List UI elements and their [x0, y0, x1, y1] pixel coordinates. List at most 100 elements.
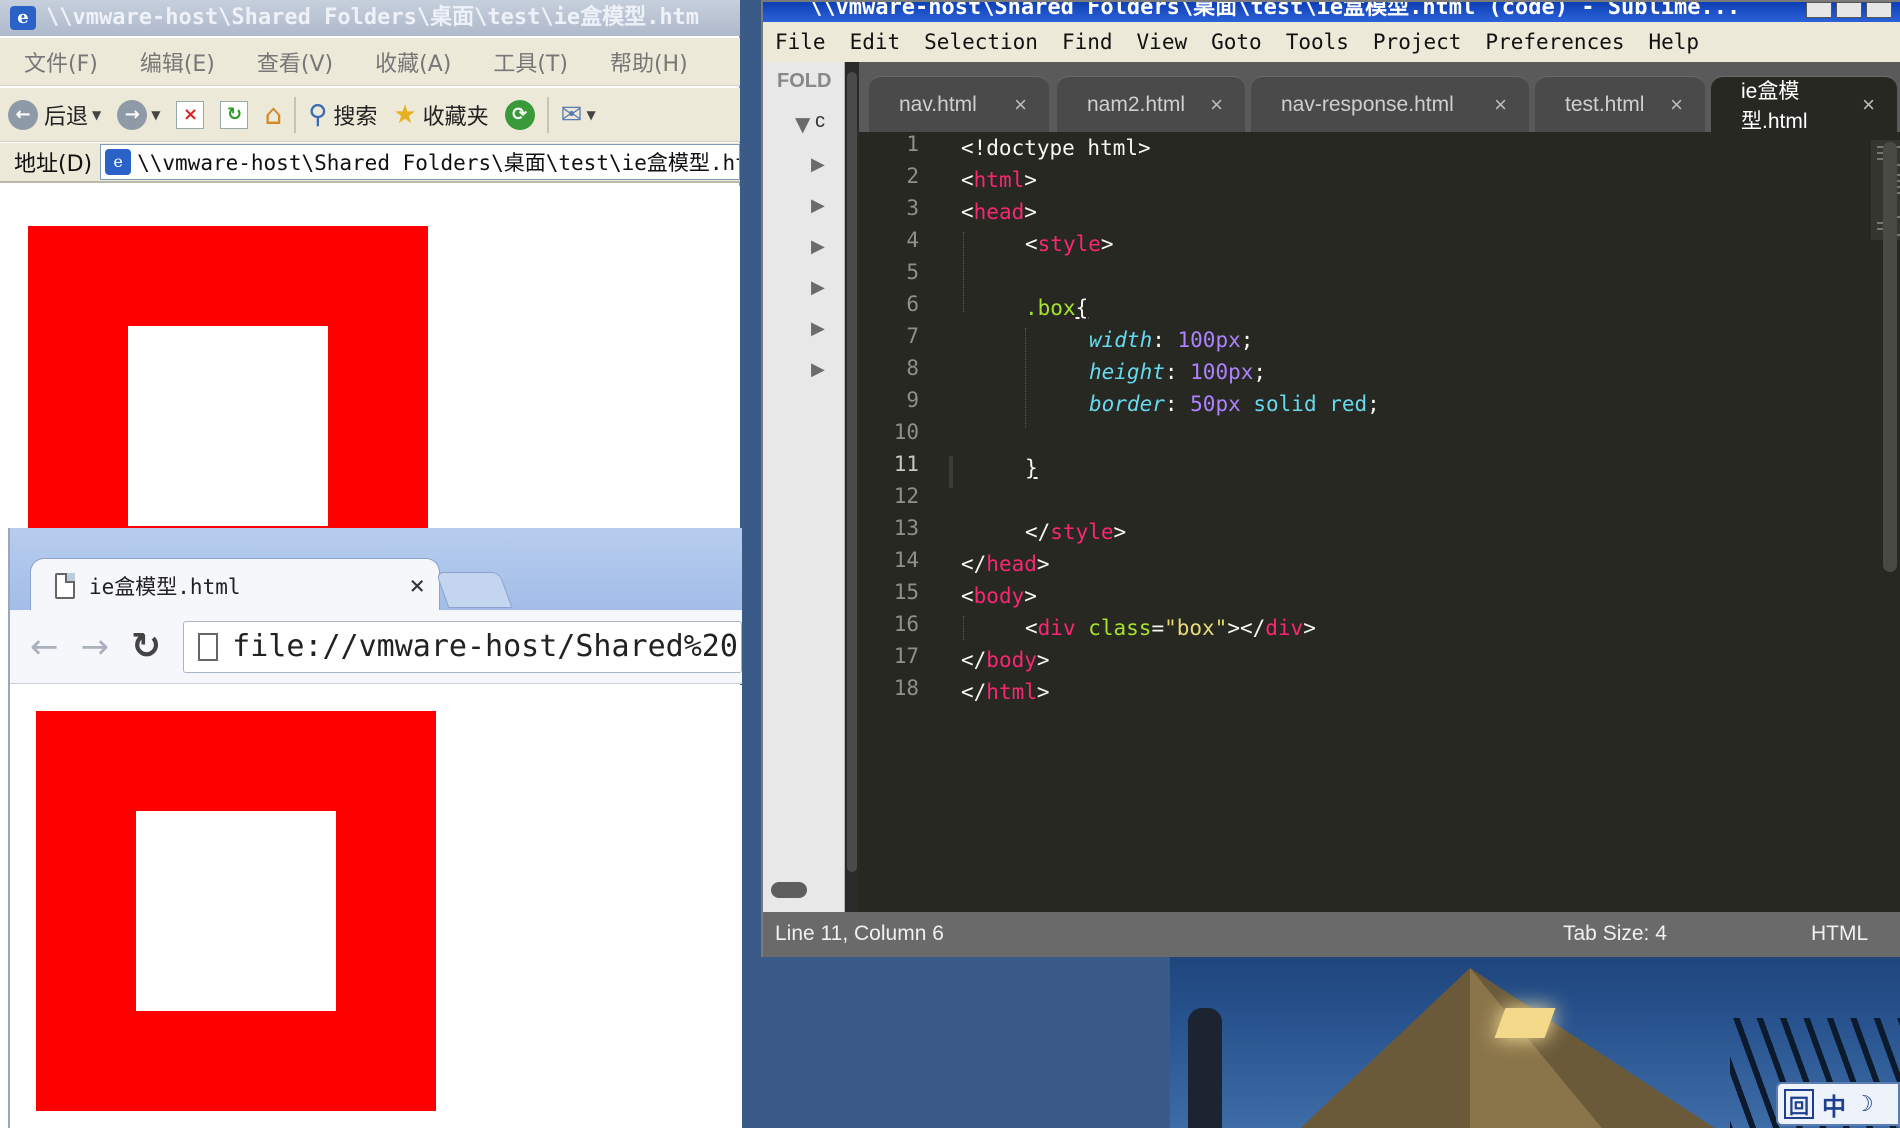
favorites-label: 收藏夹 — [422, 104, 489, 130]
tab-ie-box-model-html[interactable]: ie盒模型.html × — [1711, 76, 1897, 133]
code-text[interactable]: <!doctype html> <html> <head> <style> .b… — [961, 132, 1761, 912]
collapse-arrow-icon[interactable]: ▶ — [811, 277, 825, 298]
ie6-toolbar: ← 后退 ▼ → ▼ × ↻ ⌂ ⚲ 搜索 ★ 收藏夹 ⟳ ✉ ▼ — [0, 88, 740, 142]
code-line-11: } — [1025, 456, 1038, 480]
address-value: \\vmware-host\Shared Folders\桌面\test\ie盒… — [137, 151, 740, 175]
ime-language-bar[interactable]: 回 中 ☽ — [1776, 1082, 1900, 1126]
close-icon[interactable]: × — [1670, 92, 1683, 118]
forward-button[interactable]: → ▼ — [109, 93, 168, 137]
sidebar-h-scrollbar[interactable] — [771, 882, 807, 898]
collapse-arrow-icon[interactable]: ▶ — [811, 195, 825, 216]
refresh-button[interactable]: ↻ — [212, 93, 256, 137]
ie6-menu-bar: 文件(F) 编辑(E) 查看(V) 收藏(A) 工具(T) 帮助(H) — [0, 38, 740, 86]
back-label: 后退 — [44, 104, 89, 130]
menu-project[interactable]: Project — [1361, 30, 1474, 54]
ie-page-icon: e — [105, 149, 132, 175]
back-arrow-icon: ← — [8, 99, 38, 130]
code-line-17: </body> — [961, 648, 1050, 672]
menu-tools[interactable]: 工具(T) — [469, 46, 586, 78]
syntax-indicator[interactable]: HTML — [1811, 922, 1868, 946]
sidebar-scrollbar[interactable] — [845, 62, 859, 912]
close-icon[interactable]: × — [409, 571, 425, 601]
editor-scrollbar[interactable] — [1883, 142, 1897, 572]
code-line-16: <div class="box"></div> — [1025, 616, 1316, 640]
sublime-title-text: \\vmware-host\Shared Folders\桌面\test\ie盒… — [809, 2, 1741, 20]
minimize-button[interactable] — [1806, 2, 1832, 18]
code-line-13: </style> — [1025, 520, 1127, 544]
menu-selection[interactable]: Selection — [912, 30, 1050, 54]
menu-preferences[interactable]: Preferences — [1473, 30, 1636, 54]
close-icon[interactable]: × — [1014, 92, 1027, 118]
stop-button[interactable]: × — [168, 93, 212, 137]
address-input[interactable]: e \\vmware-host\Shared Folders\桌面\test\i… — [100, 144, 740, 180]
tab-nam2-html[interactable]: nam2.html × — [1057, 76, 1245, 132]
chrome-toolbar: ← → ↻ file://vmware-host/Shared%20Fo — [10, 610, 742, 684]
collapse-arrow-icon[interactable]: ▶ — [811, 318, 825, 339]
line-number-gutter: 1 2 3 4 5 6 7 8 9 10 11 12 13 14 15 16 1… — [859, 132, 949, 912]
tab-nav-response-html[interactable]: nav-response.html × — [1251, 76, 1529, 132]
ie6-title-bar: e \\vmware-host\Shared Folders\桌面\test\i… — [0, 0, 740, 36]
menu-goto[interactable]: Goto — [1199, 30, 1274, 54]
mail-button[interactable]: ✉ ▼ — [553, 93, 604, 137]
sublime-menu-bar: File Edit Selection Find View Goto Tools… — [763, 22, 1900, 62]
menu-view[interactable]: 查看(V) — [233, 46, 351, 78]
menu-tools[interactable]: Tools — [1274, 30, 1361, 54]
ie6-address-bar: 地址(D) e \\vmware-host\Shared Folders\桌面\… — [0, 143, 740, 183]
ie-logo-icon: e — [10, 6, 36, 30]
code-line-1: <!doctype html> — [961, 136, 1151, 160]
menu-favorites[interactable]: 收藏(A) — [351, 46, 469, 78]
refresh-icon: ↻ — [220, 100, 249, 129]
address-label: 地址(D) — [14, 152, 93, 177]
forward-arrow-icon: → — [117, 99, 148, 130]
forward-arrow-icon[interactable]: → — [81, 627, 110, 667]
close-icon[interactable]: × — [1494, 92, 1507, 118]
chrome-window: ie盒模型.html × ← → ↻ file://vmware-host/Sh… — [8, 528, 742, 1128]
close-icon[interactable]: × — [1862, 92, 1875, 118]
editor-tab-bar: nav.html × nam2.html × nav-response.html × … — [859, 62, 1900, 133]
back-arrow-icon[interactable]: ← — [30, 627, 59, 667]
close-window-button[interactable] — [1866, 2, 1892, 18]
menu-find[interactable]: Find — [1050, 30, 1125, 54]
favorites-button[interactable]: ★ 收藏夹 — [385, 93, 496, 137]
menu-edit[interactable]: 编辑(E) — [116, 46, 233, 78]
folder-name[interactable]: c — [815, 110, 825, 133]
code-line-15: <body> — [961, 584, 1037, 608]
new-tab-button[interactable] — [435, 572, 513, 608]
chevron-down-icon[interactable]: ▼ — [151, 108, 160, 122]
menu-file[interactable]: 文件(F) — [0, 46, 116, 78]
expand-arrow-icon[interactable]: ▼ — [795, 112, 810, 136]
mail-icon: ✉ — [560, 99, 583, 130]
reload-icon[interactable]: ↻ — [131, 626, 161, 667]
home-icon: ⌂ — [264, 98, 283, 131]
collapse-arrow-icon[interactable]: ▶ — [811, 154, 825, 175]
folder-sidebar: FOLD ▼ c ▶ ▶ ▶ ▶ ▶ ▶ — [763, 62, 845, 912]
url-input[interactable]: file://vmware-host/Shared%20Fo — [183, 620, 742, 673]
maximize-button[interactable] — [1836, 2, 1862, 18]
back-button[interactable]: ← 后退 ▼ — [0, 93, 109, 137]
sublime-window: \\vmware-host\Shared Folders\桌面\test\ie盒… — [761, 0, 1900, 957]
code-line-14: </head> — [961, 552, 1050, 576]
menu-view[interactable]: View — [1125, 30, 1200, 54]
tab-size-indicator[interactable]: Tab Size: 4 — [1563, 922, 1667, 946]
tab-nav-html[interactable]: nav.html × — [869, 76, 1049, 132]
ime-icon: 回 — [1784, 1089, 1814, 1119]
home-button[interactable]: ⌂ — [256, 93, 290, 137]
menu-help[interactable]: Help — [1637, 30, 1712, 54]
collapse-arrow-icon[interactable]: ▶ — [811, 236, 825, 257]
search-label: 搜索 — [333, 104, 378, 130]
tab-test-html[interactable]: test.html × — [1535, 76, 1705, 132]
menu-file[interactable]: File — [763, 30, 838, 54]
chevron-down-icon[interactable]: ▼ — [586, 108, 595, 122]
menu-edit[interactable]: Edit — [838, 30, 913, 54]
chrome-tab-title: ie盒模型.html — [89, 574, 241, 599]
chrome-rendered-box — [36, 711, 436, 1111]
status-bar: Line 11, Column 6 Tab Size: 4 HTML — [763, 912, 1900, 957]
chevron-down-icon[interactable]: ▼ — [92, 108, 101, 122]
media-button[interactable]: ⟳ — [497, 93, 543, 137]
search-button[interactable]: ⚲ 搜索 — [300, 93, 385, 137]
menu-help[interactable]: 帮助(H) — [586, 46, 706, 78]
chrome-tab[interactable]: ie盒模型.html × — [30, 558, 440, 612]
close-icon[interactable]: × — [1210, 92, 1223, 118]
code-editor[interactable]: 1 2 3 4 5 6 7 8 9 10 11 12 13 14 15 16 1… — [859, 132, 1900, 912]
collapse-arrow-icon[interactable]: ▶ — [811, 359, 825, 380]
